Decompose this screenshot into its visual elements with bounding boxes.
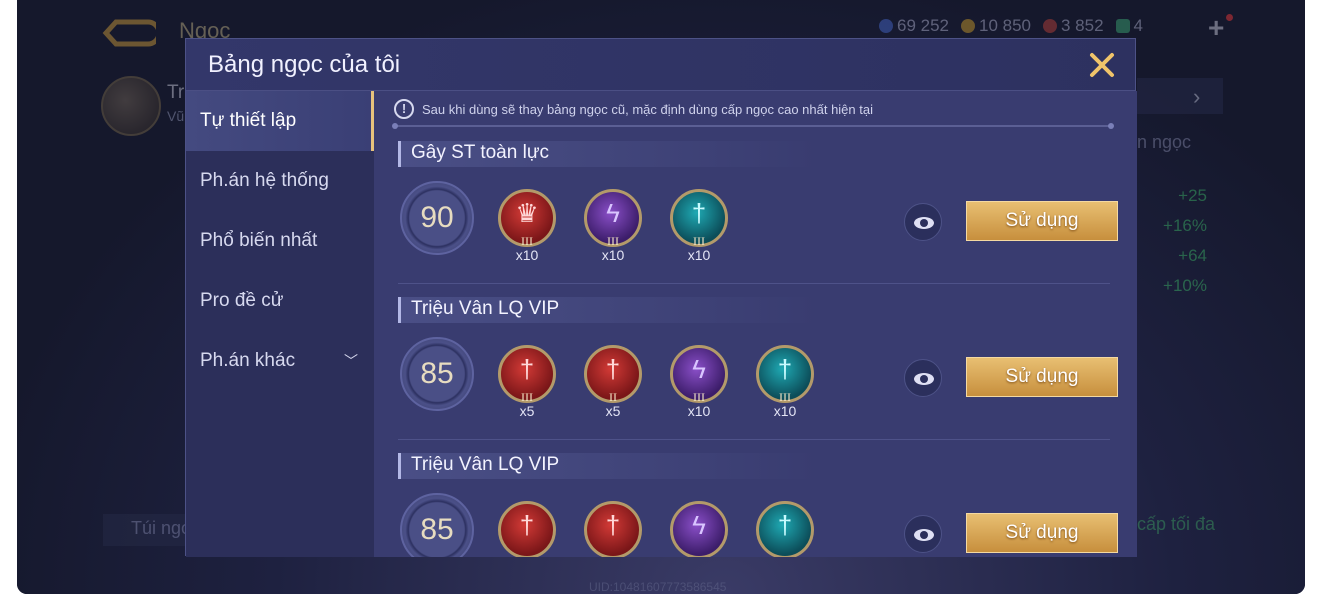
sword-gem-icon: † II <box>584 345 642 404</box>
sidebar-item-system[interactable]: Ph.án hệ thống <box>186 151 374 211</box>
gem-slot: † <box>584 501 642 557</box>
gem-slot: ϟ <box>670 501 728 557</box>
plus-icon[interactable]: + <box>1208 12 1224 44</box>
player-subtitle: Vũ <box>167 108 185 124</box>
sidebar-item-other[interactable]: Ph.án khác ﹀ <box>186 331 374 391</box>
rune-set-row: Triệu Vân LQ VIP 85 † † ϟ † Sử dụng <box>374 453 1137 557</box>
max-level-label[interactable]: cấp tối đa <box>1137 514 1215 535</box>
notice-text: Sau khi dùng sẽ thay bảng ngọc cũ, mặc đ… <box>422 101 873 117</box>
gem-count: x10 <box>601 247 625 263</box>
lightning-gem-icon: ϟ III <box>670 345 728 404</box>
currency-bar: 69 252 10 850 3 852 4 <box>879 16 1143 36</box>
avatar <box>101 76 161 136</box>
gem-slot: † <box>756 501 814 557</box>
sword-gem-icon: † <box>584 501 642 557</box>
divider-endpoint <box>1108 123 1114 129</box>
ticket-icon <box>1115 19 1130 33</box>
level-number: 85 <box>420 513 454 546</box>
lightning-gem-icon: ϟ <box>670 501 728 557</box>
gem-slot: † III x5 <box>498 345 556 419</box>
gem-count: x10 <box>773 403 797 419</box>
use-button[interactable]: Sử dụng <box>966 201 1118 241</box>
sidebar-item-custom[interactable]: Tự thiết lập <box>186 91 374 151</box>
modal-header: Bảng ngọc của tôi <box>186 39 1135 91</box>
coin-gold-icon <box>961 19 975 33</box>
gem-count: x10 <box>515 247 539 263</box>
set-title: Triệu Vân LQ VIP <box>411 454 560 475</box>
use-button[interactable]: Sử dụng <box>966 357 1118 397</box>
background-panel <box>1137 78 1223 114</box>
divider-endpoint <box>392 123 398 129</box>
gem-slot: † III x10 <box>670 189 728 263</box>
divider <box>394 125 1112 127</box>
back-arrow-icon[interactable] <box>102 18 156 48</box>
sword-gem-icon: † <box>498 501 556 557</box>
preview-button[interactable] <box>904 515 942 553</box>
use-button[interactable]: Sử dụng <box>966 513 1118 553</box>
rune-set-list: ! Sau khi dùng sẽ thay bảng ngọc cũ, mặc… <box>374 91 1137 557</box>
modal-title: Bảng ngọc của tôi <box>208 51 401 78</box>
currency-ticket: 4 <box>1115 16 1143 36</box>
level-badge: 90 <box>400 181 474 255</box>
gem-red-icon <box>1043 19 1057 33</box>
gem-slot: ϟ III x10 <box>670 345 728 419</box>
set-title-bar: Triệu Vân LQ VIP <box>398 297 818 323</box>
currency-blue: 69 252 <box>879 16 949 36</box>
level-badge: 85 <box>400 493 474 557</box>
set-title: Triệu Vân LQ VIP <box>411 298 560 319</box>
gem-count: x5 <box>605 403 621 419</box>
row-divider <box>398 283 1110 284</box>
gem-slot: † <box>498 501 556 557</box>
rune-set-row: Gây ST toàn lực 90 ♛ III x10 ϟ III x10 † II… <box>374 141 1137 297</box>
sword-gem-icon: † III <box>670 189 728 248</box>
gem-slot: ♛ III x10 <box>498 189 556 263</box>
rune-page-modal: Bảng ngọc của tôi Tự thiết lập Ph.án hệ … <box>185 38 1137 557</box>
lightning-gem-icon: ϟ III <box>584 189 642 248</box>
gem-count: x5 <box>519 403 535 419</box>
close-icon[interactable] <box>1084 47 1120 83</box>
notification-dot <box>1226 14 1233 21</box>
chevron-down-icon: ﹀ <box>344 353 358 369</box>
stat-value: +10% <box>1163 276 1207 295</box>
sword-gem-icon: † III <box>756 345 814 404</box>
bag-label[interactable]: Túi ngọ <box>131 518 191 539</box>
sword-gem-icon: † <box>756 501 814 557</box>
gem-count: x10 <box>687 247 711 263</box>
gem-count: x10 <box>687 403 711 419</box>
level-number: 90 <box>420 201 454 234</box>
set-title-bar: Triệu Vân LQ VIP <box>398 453 818 479</box>
claw-gem-icon: ♛ III <box>498 189 556 248</box>
set-title: Gây ST toàn lực <box>411 142 550 163</box>
stat-value: +64 <box>1178 246 1207 265</box>
sidebar-item-popular[interactable]: Phổ biến nhất <box>186 211 374 271</box>
stat-value: +16% <box>1163 216 1207 235</box>
gem-slot: † II x5 <box>584 345 642 419</box>
exclamation-icon: ! <box>394 99 414 119</box>
currency-red: 3 852 <box>1043 16 1104 36</box>
player-name: Tr <box>167 82 185 103</box>
row-divider <box>398 439 1110 440</box>
level-number: 85 <box>420 357 454 390</box>
sidebar-item-label: Ph.án khác <box>200 350 296 371</box>
uid-label: UID:10481607773586545 <box>589 580 727 594</box>
sidebar-item-pro[interactable]: Pro đề cử <box>186 271 374 331</box>
preview-button[interactable] <box>904 203 942 241</box>
sword-gem-icon: † III <box>498 345 556 404</box>
chevron-right-icon[interactable]: › <box>1193 84 1200 110</box>
level-badge: 85 <box>400 337 474 411</box>
currency-gold: 10 850 <box>961 16 1031 36</box>
rune-set-row: Triệu Vân LQ VIP 85 † III x5 † II x5 ϟ III … <box>374 297 1137 453</box>
modal-sidebar: Tự thiết lập Ph.án hệ thống Phổ biến nhấ… <box>186 91 374 557</box>
gem-blue-icon <box>879 19 893 33</box>
background-ngoc-label: n ngọc <box>1137 132 1192 152</box>
gem-slot: † III x10 <box>756 345 814 419</box>
preview-button[interactable] <box>904 359 942 397</box>
gem-slot: ϟ III x10 <box>584 189 642 263</box>
stat-value: +25 <box>1178 186 1207 205</box>
set-title-bar: Gây ST toàn lực <box>398 141 818 167</box>
notice: ! Sau khi dùng sẽ thay bảng ngọc cũ, mặc… <box>394 99 873 119</box>
